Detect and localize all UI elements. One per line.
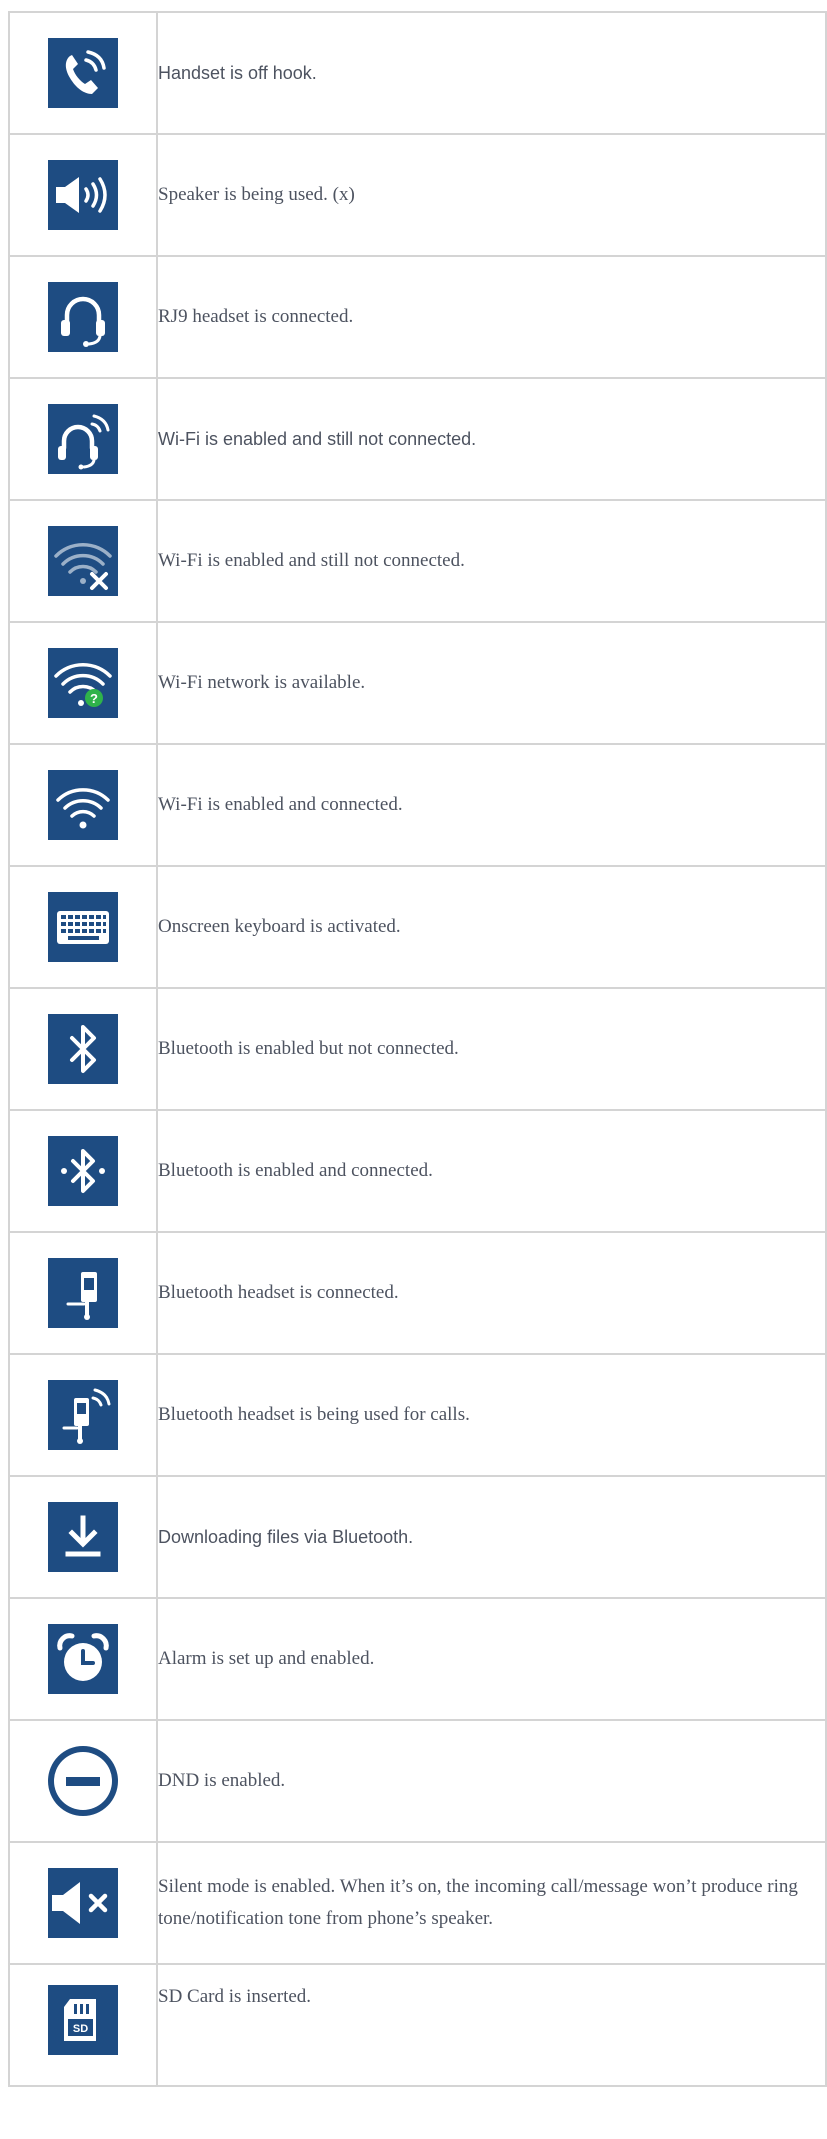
wifi-connected-icon	[48, 770, 118, 840]
svg-text:?: ?	[90, 691, 98, 706]
status-description: Silent mode is enabled. When it’s on, th…	[158, 1876, 798, 1929]
handset-off-hook-icon	[48, 38, 118, 108]
status-description: SD Card is inserted.	[158, 1986, 312, 2007]
status-description: Bluetooth headset is connected.	[158, 1282, 399, 1303]
bluetooth-headset-calling-icon	[48, 1380, 118, 1450]
table-row: Wi-Fi is enabled and connected.	[8, 743, 827, 867]
status-description: Wi-Fi is enabled and still not connected…	[158, 550, 465, 571]
table-row: Bluetooth headset is connected.	[8, 1231, 827, 1355]
status-description: Alarm is set up and enabled.	[158, 1648, 375, 1669]
keyboard-icon	[48, 892, 118, 962]
status-description: Downloading files via Bluetooth.	[158, 1527, 414, 1547]
status-description: DND is enabled.	[158, 1770, 286, 1791]
table-row: Bluetooth headset is being used for call…	[8, 1353, 827, 1477]
alarm-clock-icon	[48, 1624, 118, 1694]
wifi-available-icon: ?	[48, 648, 118, 718]
table-row: Wi-Fi is enabled and still not connected…	[8, 499, 827, 623]
svg-text:SD: SD	[73, 2023, 88, 2035]
wifi-not-connected-icon	[48, 526, 118, 596]
sd-card-icon: SD	[48, 1985, 118, 2055]
status-description: Wi-Fi network is available.	[158, 672, 366, 693]
table-row: Onscreen keyboard is activated.	[8, 865, 827, 989]
status-description: Wi-Fi is enabled and connected.	[158, 794, 403, 815]
table-row: Handset is off hook.	[8, 11, 827, 135]
dnd-icon	[48, 1746, 118, 1816]
download-icon	[48, 1502, 118, 1572]
speaker-icon	[48, 160, 118, 230]
status-description: Bluetooth is enabled but not connected.	[158, 1038, 459, 1059]
table-row: Bluetooth is enabled but not connected.	[8, 987, 827, 1111]
bluetooth-icon	[48, 1014, 118, 1084]
table-row: Silent mode is enabled. When it’s on, th…	[8, 1841, 827, 1965]
table-row: DND is enabled.	[8, 1719, 827, 1843]
rj9-headset-icon	[48, 282, 118, 352]
silent-mode-icon	[48, 1868, 118, 1938]
status-description: Bluetooth headset is being used for call…	[158, 1404, 470, 1425]
bluetooth-headset-icon	[48, 1258, 118, 1328]
table-row: SD SD Card is inserted.	[8, 1963, 827, 2087]
status-description: Onscreen keyboard is activated.	[158, 916, 401, 937]
headset-in-use-icon	[48, 404, 118, 474]
table-row: Downloading files via Bluetooth.	[8, 1475, 827, 1599]
status-description: Bluetooth is enabled and connected.	[158, 1160, 433, 1181]
status-description: Handset is off hook.	[158, 63, 317, 83]
table-row: ? Wi-Fi network is available.	[8, 621, 827, 745]
status-description: RJ9 headset is connected.	[158, 306, 354, 327]
table-row: Speaker is being used. (x)	[8, 133, 827, 257]
status-icons-table: Handset is off hook. Speaker is being us…	[8, 11, 827, 2087]
table-row: Alarm is set up and enabled.	[8, 1597, 827, 1721]
status-description: Wi-Fi is enabled and still not connected…	[158, 429, 477, 449]
table-row: Bluetooth is enabled and connected.	[8, 1109, 827, 1233]
table-row: Wi-Fi is enabled and still not connected…	[8, 377, 827, 501]
status-description: Speaker is being used. (x)	[158, 184, 355, 205]
bluetooth-connected-icon	[48, 1136, 118, 1206]
table-row: RJ9 headset is connected.	[8, 255, 827, 379]
